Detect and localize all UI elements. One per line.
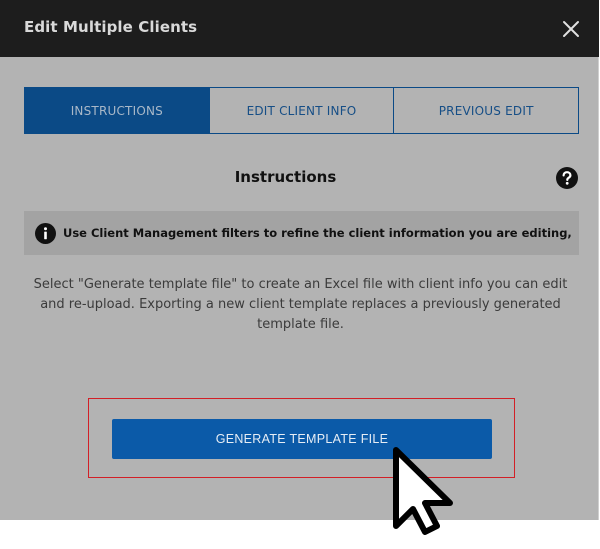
info-circle-icon: [35, 223, 56, 244]
tab-edit-client-info[interactable]: EDIT CLIENT INFO: [208, 88, 394, 133]
tab-previous-edit[interactable]: PREVIOUS EDIT: [393, 88, 578, 133]
section-title: Instructions: [234, 168, 337, 186]
help-button[interactable]: [556, 167, 578, 189]
close-button[interactable]: [559, 17, 583, 41]
tab-bar: INSTRUCTIONS EDIT CLIENT INFO PREVIOUS E…: [24, 87, 579, 134]
mouse-pointer-icon: [393, 447, 453, 535]
dialog-header: Edit Multiple Clients: [0, 0, 599, 57]
tab-instructions[interactable]: INSTRUCTIONS: [25, 88, 209, 133]
instructions-description: Select "Generate template file" to creat…: [33, 277, 568, 332]
info-banner: Use Client Management filters to refine …: [24, 211, 579, 255]
question-circle-icon: [556, 167, 578, 189]
info-banner-text: Use Client Management filters to refine …: [63, 226, 572, 240]
dialog-title: Edit Multiple Clients: [24, 18, 198, 36]
close-icon: [563, 21, 579, 37]
edit-multiple-clients-dialog: Edit Multiple Clients INSTRUCTIONS EDIT …: [0, 0, 599, 520]
